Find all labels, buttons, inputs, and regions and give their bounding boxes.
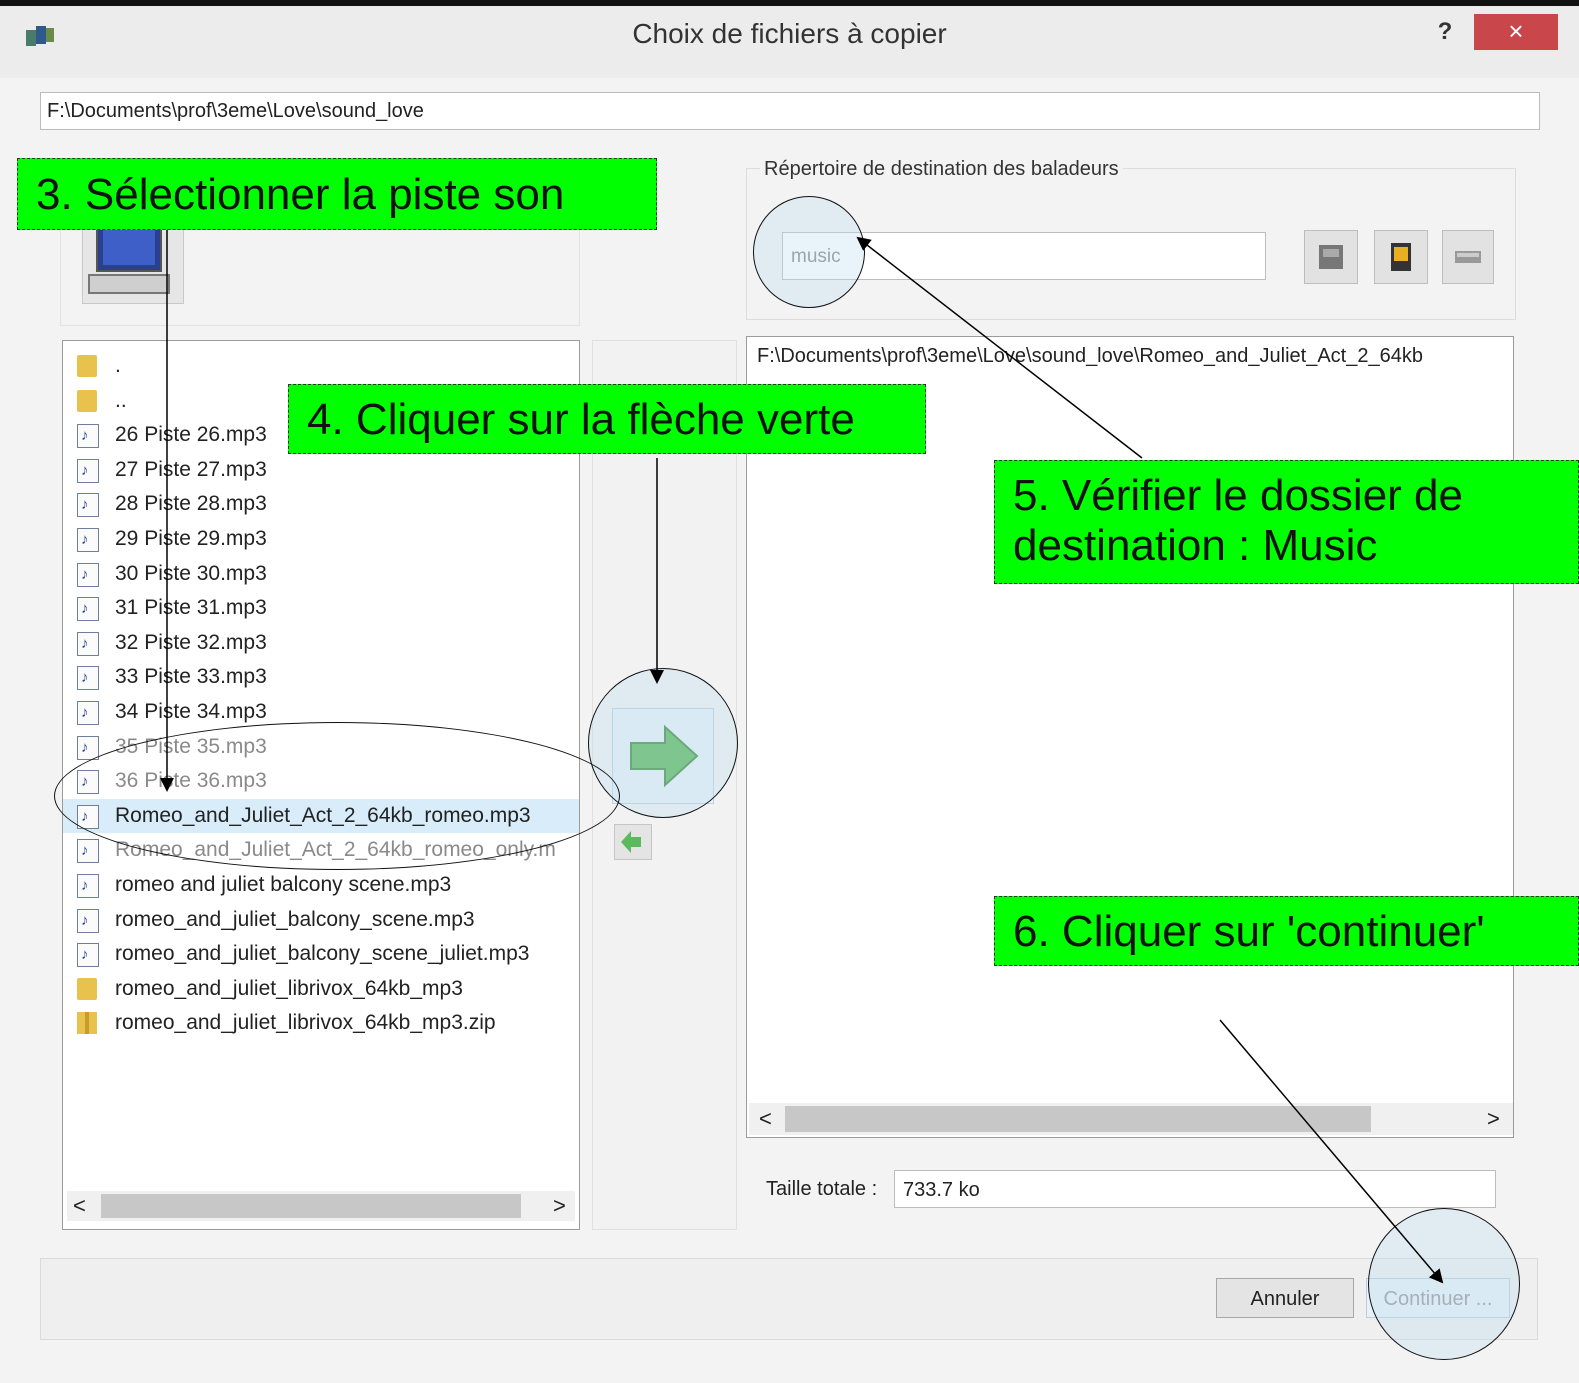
audio-file-icon [77, 558, 99, 592]
annotation-step-4: 4. Cliquer sur la flèche verte [288, 384, 926, 454]
file-name: .. [115, 388, 127, 412]
file-list-item[interactable]: 30 Piste 30.mp3 [63, 557, 579, 592]
audio-file-icon [77, 592, 99, 626]
file-list-item[interactable]: 33 Piste 33.mp3 [63, 660, 579, 695]
file-list-item[interactable]: 27 Piste 27.mp3 [63, 453, 579, 488]
audio-file-icon [77, 834, 99, 868]
file-list-item[interactable]: 32 Piste 32.mp3 [63, 626, 579, 661]
audio-file-icon [77, 696, 99, 730]
zip-folder-icon [77, 1012, 97, 1035]
highlight-circle-destination [753, 196, 865, 308]
cancel-button[interactable]: Annuler [1216, 1278, 1354, 1318]
scroll-right-arrow[interactable]: > [1487, 1103, 1507, 1135]
audio-file-icon [77, 904, 99, 938]
file-name: 28 Piste 28.mp3 [115, 492, 267, 516]
file-list-item[interactable]: 28 Piste 28.mp3 [63, 487, 579, 522]
file-name: romeo_and_juliet_balcony_scene_juliet.mp… [115, 942, 530, 966]
file-name: 26 Piste 26.mp3 [115, 423, 267, 447]
folder-icon [77, 977, 97, 1000]
device-button-3[interactable] [1442, 230, 1494, 284]
file-name: romeo_and_juliet_librivox_64kb_mp3 [115, 976, 463, 1000]
file-list-item[interactable]: . [63, 349, 579, 383]
scroll-right-arrow[interactable]: > [553, 1191, 573, 1221]
file-name: 29 Piste 29.mp3 [115, 527, 267, 550]
total-size-label: Taille totale : [766, 1178, 878, 1200]
total-size-value: 733.7 ko [894, 1170, 1496, 1208]
highlight-circle-continue [1368, 1208, 1520, 1360]
drive-icon [1319, 245, 1343, 269]
destination-file-item[interactable]: F:\Documents\prof\3eme\Love\sound_love\R… [757, 345, 1423, 368]
right-horizontal-scrollbar[interactable]: < > [749, 1103, 1513, 1135]
file-list-item[interactable]: 29 Piste 29.mp3 [63, 522, 579, 557]
file-list-item[interactable]: romeo_and_juliet_librivox_64kb_mp3 [63, 972, 579, 1006]
annotation-step-6: 6. Cliquer sur 'continuer' [994, 896, 1579, 966]
folder-icon [77, 389, 97, 412]
device-button-2[interactable] [1374, 230, 1428, 284]
file-list-item[interactable]: romeo_and_juliet_librivox_64kb_mp3.zip [63, 1006, 579, 1040]
annotation-step-3: 3. Sélectionner la piste son [17, 158, 657, 230]
audio-file-icon [77, 938, 99, 972]
file-list-item[interactable]: romeo_and_juliet_balcony_scene_juliet.mp… [63, 937, 579, 972]
file-name: romeo and juliet balcony scene.mp3 [115, 873, 452, 896]
file-name: . [115, 354, 121, 377]
window-title: Choix de fichiers à copier [632, 18, 947, 49]
device-button-1[interactable] [1304, 230, 1358, 284]
left-horizontal-scrollbar[interactable]: < > [67, 1191, 575, 1221]
file-name: romeo_and_juliet_librivox_64kb_mp3.zip [115, 1011, 496, 1035]
file-name: 27 Piste 27.mp3 [115, 457, 267, 481]
file-name: 31 Piste 31.mp3 [115, 596, 267, 620]
destination-file-list[interactable]: F:\Documents\prof\3eme\Love\sound_love\R… [746, 336, 1514, 1138]
file-list-item[interactable]: 31 Piste 31.mp3 [63, 591, 579, 626]
audio-file-icon [77, 627, 99, 661]
scrollbar-thumb[interactable] [101, 1194, 521, 1218]
file-list-item[interactable]: romeo_and_juliet_balcony_scene.mp3 [63, 903, 579, 938]
file-name: 34 Piste 34.mp3 [115, 700, 267, 723]
file-name: romeo_and_juliet_balcony_scene.mp3 [115, 907, 475, 931]
destination-legend: Répertoire de destination des baladeurs [760, 158, 1123, 181]
audio-file-icon [77, 523, 99, 557]
audio-file-icon [77, 661, 99, 695]
usb-drive-icon [1455, 251, 1481, 263]
green-arrow-left-icon [621, 831, 641, 853]
source-path-field[interactable]: F:\Documents\prof\3eme\Love\sound_love [40, 92, 1540, 130]
folder-icon [77, 355, 97, 377]
audio-file-icon [77, 488, 99, 522]
file-list-item[interactable]: romeo and juliet balcony scene.mp3 [63, 868, 579, 903]
sd-card-icon [1391, 243, 1411, 271]
audio-file-icon [77, 419, 99, 453]
audio-file-icon [77, 869, 99, 903]
help-button[interactable]: ? [1425, 14, 1465, 50]
scroll-left-arrow[interactable]: < [759, 1103, 779, 1135]
annotation-step-5-line-2: destination : Music [1013, 521, 1378, 570]
file-name: 30 Piste 30.mp3 [115, 561, 267, 585]
scroll-left-arrow[interactable]: < [73, 1191, 93, 1221]
scrollbar-thumb[interactable] [785, 1106, 1371, 1132]
highlight-ellipse-selected-file [54, 722, 620, 870]
close-button[interactable]: × [1474, 14, 1558, 50]
annotation-step-5-line-1: 5. Vérifier le dossier de [1013, 471, 1463, 520]
file-name: 33 Piste 33.mp3 [115, 665, 267, 689]
audio-file-icon [77, 454, 99, 488]
file-name: 32 Piste 32.mp3 [115, 630, 267, 654]
annotation-step-5: 5. Vérifier le dossier de destination : … [994, 460, 1579, 584]
remove-from-destination-button[interactable] [614, 824, 652, 860]
